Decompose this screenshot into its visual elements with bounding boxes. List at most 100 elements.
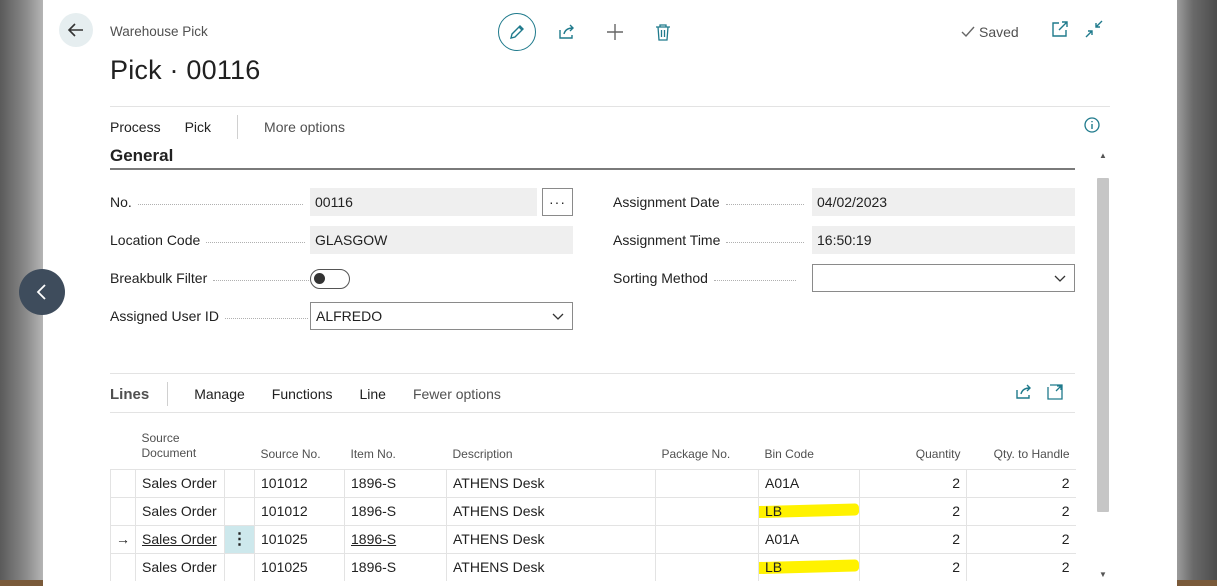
column-source-document[interactable]: Source Document	[136, 413, 225, 469]
cell-description[interactable]: ATHENS Desk	[446, 496, 656, 525]
item-no-link[interactable]: 1896-S	[351, 531, 396, 547]
no-lookup-button[interactable]: ···	[542, 188, 573, 216]
cell-qty-to-handle[interactable]: 2	[966, 552, 1076, 581]
process-menu[interactable]: Process	[110, 119, 161, 135]
column-package-no[interactable]: Package No.	[656, 413, 759, 469]
sorting-method-select[interactable]	[812, 264, 1075, 292]
open-new-window-icon[interactable]	[1051, 20, 1069, 38]
cell-bin-code[interactable]: A01A	[758, 468, 860, 497]
more-options-button[interactable]: More options	[264, 119, 345, 135]
cell-quantity[interactable]: 2	[859, 496, 967, 525]
previous-record-button[interactable]	[19, 269, 65, 315]
fewer-options-button[interactable]: Fewer options	[413, 386, 501, 402]
table-row[interactable]: Sales Order 101025 1896-S ATHENS Desk LB…	[110, 552, 1076, 581]
breakbulk-label: Breakbulk Filter	[110, 270, 310, 286]
column-quantity[interactable]: Quantity	[860, 413, 967, 469]
cell-item-no[interactable]: 1896-S	[344, 552, 447, 581]
cell-description[interactable]: ATHENS Desk	[446, 552, 656, 581]
check-icon	[961, 26, 975, 38]
column-description[interactable]: Description	[447, 413, 656, 469]
table-row[interactable]: Sales Order 101012 1896-S ATHENS Desk A0…	[110, 468, 1076, 497]
cell-source-no[interactable]: 101025	[254, 552, 345, 581]
cell-description[interactable]: ATHENS Desk	[446, 524, 656, 553]
scrollbar-thumb[interactable]	[1097, 178, 1109, 512]
row-indicator	[110, 468, 136, 497]
cell-source-document[interactable]: Sales Order	[135, 524, 225, 553]
column-qty-to-handle[interactable]: Qty. to Handle	[967, 413, 1076, 469]
cell-bin-code[interactable]: LB	[758, 496, 860, 525]
cell-item-no[interactable]: 1896-S	[344, 524, 447, 553]
label-dots	[213, 279, 310, 281]
collapse-icon[interactable]	[1085, 20, 1103, 38]
cell-qty-to-handle[interactable]: 2	[966, 524, 1076, 553]
cell-source-document[interactable]: Sales Order	[135, 496, 225, 525]
cell-item-no[interactable]: 1896-S	[344, 468, 447, 497]
cell-source-document[interactable]: Sales Order	[135, 552, 225, 581]
column-bin-code[interactable]: Bin Code	[759, 413, 860, 469]
assigned-user-label-text: Assigned User ID	[110, 308, 219, 324]
cell-item-no[interactable]: 1896-S	[344, 496, 447, 525]
cell-package-no[interactable]	[655, 524, 759, 553]
functions-menu[interactable]: Functions	[272, 386, 333, 402]
share-button[interactable]	[552, 17, 582, 47]
cell-source-no[interactable]: 101012	[254, 496, 345, 525]
new-button[interactable]	[600, 17, 630, 47]
assignment-time-label-text: Assignment Time	[613, 232, 721, 248]
cell-description[interactable]: ATHENS Desk	[446, 468, 656, 497]
edit-button[interactable]	[498, 13, 536, 51]
assigned-user-select[interactable]: ALFREDO	[310, 302, 573, 330]
toggle-knob	[314, 273, 325, 284]
cell-quantity[interactable]: 2	[859, 552, 967, 581]
cell-bin-code[interactable]: A01A	[758, 524, 860, 553]
location-code-field[interactable]: GLASGOW	[310, 226, 573, 254]
source-document-link[interactable]: Sales Order	[142, 531, 217, 547]
label-dots	[137, 203, 303, 205]
cell-package-no[interactable]	[655, 552, 759, 581]
expand-icon[interactable]	[1047, 384, 1063, 400]
cell-quantity[interactable]: 2	[859, 468, 967, 497]
column-item-no[interactable]: Item No.	[345, 413, 447, 469]
line-menu[interactable]: Line	[359, 386, 385, 402]
top-actions	[498, 13, 678, 51]
row-menu-cell	[224, 468, 255, 497]
share-icon[interactable]	[1015, 384, 1033, 400]
table-row[interactable]: Sales Order 101012 1896-S ATHENS Desk LB…	[110, 496, 1076, 525]
cell-package-no[interactable]	[655, 496, 759, 525]
cell-source-no[interactable]: 101025	[254, 524, 345, 553]
scroll-up-arrow[interactable]: ▲	[1099, 151, 1107, 160]
lines-table-header: Source Document Source No. Item No. Descr…	[111, 413, 1076, 469]
pick-menu[interactable]: Pick	[185, 119, 211, 135]
cell-package-no[interactable]	[655, 468, 759, 497]
no-field[interactable]: 00116	[310, 188, 537, 216]
delete-button[interactable]	[648, 17, 678, 47]
vertical-scrollbar[interactable]: ▲ ▼	[1096, 148, 1110, 582]
cell-qty-to-handle[interactable]: 2	[966, 496, 1076, 525]
prev-chevron-icon	[36, 284, 46, 300]
breakbulk-filter-toggle[interactable]	[310, 269, 350, 289]
manage-menu[interactable]: Manage	[194, 386, 245, 402]
indicator-header	[111, 413, 136, 469]
delete-icon	[656, 24, 670, 41]
cell-source-no[interactable]: 101012	[254, 468, 345, 497]
scroll-down-arrow[interactable]: ▼	[1099, 570, 1107, 579]
assignment-time-field[interactable]: 16:50:19	[812, 226, 1075, 254]
lines-title[interactable]: Lines	[110, 386, 149, 403]
label-dots	[713, 279, 796, 281]
saved-label: Saved	[979, 24, 1019, 40]
table-row-selected[interactable]: → Sales Order ⋮ 101025 1896-S ATHENS Des…	[110, 524, 1076, 553]
assignment-date-field[interactable]: 04/02/2023	[812, 188, 1075, 216]
plus-icon	[607, 24, 623, 40]
cell-qty-to-handle[interactable]: 2	[966, 468, 1076, 497]
back-button[interactable]	[59, 13, 93, 47]
general-section-title[interactable]: General	[110, 146, 173, 166]
cell-quantity[interactable]: 2	[859, 524, 967, 553]
row-menu-cell	[224, 552, 255, 581]
row-menu-button[interactable]: ⋮	[224, 524, 255, 553]
label-dots	[206, 241, 306, 243]
breakbulk-label-text: Breakbulk Filter	[110, 270, 208, 286]
cell-bin-code[interactable]: LB	[758, 552, 860, 581]
assignment-time-label: Assignment Time	[613, 232, 805, 248]
column-source-no[interactable]: Source No.	[255, 413, 345, 469]
cell-source-document[interactable]: Sales Order	[135, 468, 225, 497]
info-icon[interactable]	[1084, 117, 1100, 133]
